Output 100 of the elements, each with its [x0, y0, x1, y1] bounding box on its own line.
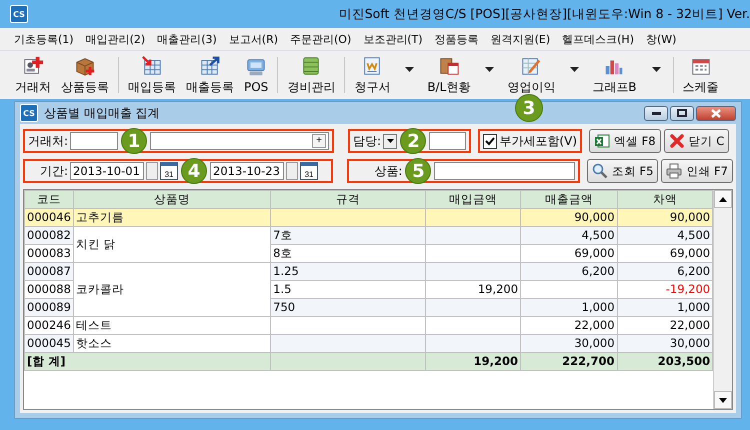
- minimize-icon: [652, 112, 660, 114]
- maximize-icon: [677, 109, 687, 117]
- menu-item[interactable]: 창(W): [640, 32, 682, 46]
- calendar-button[interactable]: 31: [160, 162, 178, 180]
- end-date-field[interactable]: 2013-10-23: [210, 162, 284, 180]
- vat-checkbox[interactable]: [483, 134, 498, 148]
- callout-number: 5: [405, 158, 432, 184]
- sheet-out-icon: [199, 54, 221, 76]
- scrollbar[interactable]: [713, 190, 732, 409]
- minimize-button[interactable]: [644, 106, 668, 120]
- manager-field[interactable]: [429, 132, 466, 150]
- child-window-title: 상품별 매입매출 집계: [44, 104, 160, 122]
- dropdown-button[interactable]: [383, 134, 398, 148]
- toolbar-button[interactable]: 영업이익: [502, 54, 560, 96]
- column-header[interactable]: 규격: [270, 190, 426, 208]
- customer-label: 거래처:: [28, 132, 68, 150]
- dropdown-caret-icon[interactable]: [485, 66, 494, 72]
- code-cell[interactable]: 000045: [24, 334, 74, 352]
- add-button[interactable]: +: [312, 134, 326, 148]
- difference-cell: 4,500: [617, 226, 713, 244]
- menu-item[interactable]: 원격지원(E): [484, 32, 556, 46]
- menu-item[interactable]: 주문관리(O): [284, 32, 358, 46]
- toolbar-button[interactable]: 매출등록: [181, 54, 239, 96]
- sales-cell: 6,200: [520, 262, 618, 280]
- product-name-cell: 핫소스: [73, 334, 271, 352]
- search-button[interactable]: 조회 F5: [586, 159, 658, 183]
- total-sales-cell: 222,700: [520, 352, 618, 370]
- column-header[interactable]: 상품명: [73, 190, 271, 208]
- total-difference-cell: 203,500: [617, 352, 713, 370]
- sales-cell: 1,000: [520, 298, 618, 316]
- spec-cell: 1.25: [270, 262, 426, 280]
- sheet-in-icon: [141, 54, 163, 76]
- dropdown-caret-icon[interactable]: [570, 66, 580, 72]
- total-purchase-cell: 19,200: [425, 352, 521, 370]
- toolbar-button[interactable]: 상품등록: [56, 54, 114, 96]
- card-icon: [22, 54, 44, 76]
- calendar-button[interactable]: 31: [300, 162, 318, 180]
- spec-cell: 750: [270, 298, 426, 316]
- toolbar-button[interactable]: 경비관리: [282, 54, 340, 96]
- column-header[interactable]: 코드: [24, 190, 74, 208]
- menu-item[interactable]: 기초등록(1): [8, 32, 80, 46]
- menu-item[interactable]: 보고서(R): [222, 32, 284, 46]
- column-header[interactable]: 매출금액: [520, 190, 618, 208]
- app-logo: CS: [10, 5, 28, 23]
- toolbar-button[interactable]: 매입등록: [123, 54, 181, 96]
- toolbar-button[interactable]: B/L현황: [422, 54, 476, 96]
- manager-label: 담당:: [353, 132, 382, 150]
- menu-item[interactable]: 보조관리(T): [357, 32, 429, 46]
- excel-button[interactable]: 엑셀 F8: [589, 129, 661, 153]
- close-window-button[interactable]: 닫기 C: [664, 129, 730, 153]
- code-cell[interactable]: 000046: [24, 208, 74, 226]
- scroll-down-icon: [719, 398, 728, 402]
- product-name-cell: 테스트: [73, 316, 271, 334]
- sales-cell: 30,000: [520, 334, 618, 352]
- spreadsheet-icon: [594, 133, 610, 149]
- customer-code-field[interactable]: [70, 132, 118, 150]
- sales-cell: 90,000: [520, 208, 618, 226]
- toolbar-button[interactable]: 그래프B: [587, 54, 642, 96]
- difference-cell: 6,200: [617, 262, 713, 280]
- dropdown-caret-icon[interactable]: [652, 66, 661, 72]
- start-date-field[interactable]: 2013-10-01: [70, 162, 144, 180]
- code-cell[interactable]: 000089: [24, 298, 74, 316]
- column-header[interactable]: 매입금액: [425, 190, 521, 208]
- code-cell[interactable]: 000082: [24, 226, 74, 244]
- dropdown-caret-icon[interactable]: [405, 66, 414, 72]
- code-cell[interactable]: 000087: [24, 262, 74, 280]
- product-label: 상품:: [374, 162, 402, 180]
- spec-cell: 7호: [270, 226, 426, 244]
- column-header[interactable]: 차액: [617, 190, 713, 208]
- difference-cell: 1,000: [617, 298, 713, 316]
- menu-item[interactable]: 매출관리(3): [151, 32, 223, 46]
- print-button[interactable]: 인쇄 F7: [661, 159, 733, 183]
- callout-number: 1: [121, 128, 148, 154]
- callout-number: 4: [181, 158, 208, 184]
- dropdown-arrow-icon: [386, 139, 394, 143]
- vat-label: 부가세포함(V): [499, 132, 577, 150]
- monitor-icon: [245, 56, 268, 78]
- menu-item[interactable]: 정품등록: [428, 32, 485, 46]
- maximize-button[interactable]: [670, 106, 694, 120]
- period-label: 기간:: [40, 162, 68, 180]
- window-logo: CS: [20, 104, 38, 122]
- callout-number: 2: [400, 128, 426, 154]
- window-title: 미진Soft 천년경영C/S [POS][공사현장][내윈도우:Win 8 - 32비트] Ver.: [338, 6, 750, 22]
- menu-item[interactable]: 헬프데스크(H): [556, 32, 640, 46]
- toolbar-button[interactable]: 청구서: [349, 54, 396, 96]
- close-icon: [711, 108, 721, 118]
- product-name-cell: 치킨 닭: [73, 226, 271, 262]
- product-field[interactable]: [434, 162, 575, 180]
- printer-icon: [666, 163, 682, 179]
- difference-cell: 90,000: [617, 208, 713, 226]
- scroll-up-icon: [719, 196, 728, 202]
- total-label: [합 계]: [24, 352, 271, 370]
- product-name-cell: 코카콜라: [73, 262, 271, 316]
- product-name-cell: 고추기름: [73, 208, 271, 226]
- toolbar-button[interactable]: 거래처: [10, 54, 56, 96]
- toolbar-button[interactable]: 스케줄: [678, 54, 724, 96]
- toolbar-button[interactable]: POS: [239, 56, 274, 94]
- customer-name-field[interactable]: +: [150, 132, 329, 150]
- menu-item[interactable]: 매입관리(2): [80, 32, 152, 46]
- close-button[interactable]: [696, 106, 736, 120]
